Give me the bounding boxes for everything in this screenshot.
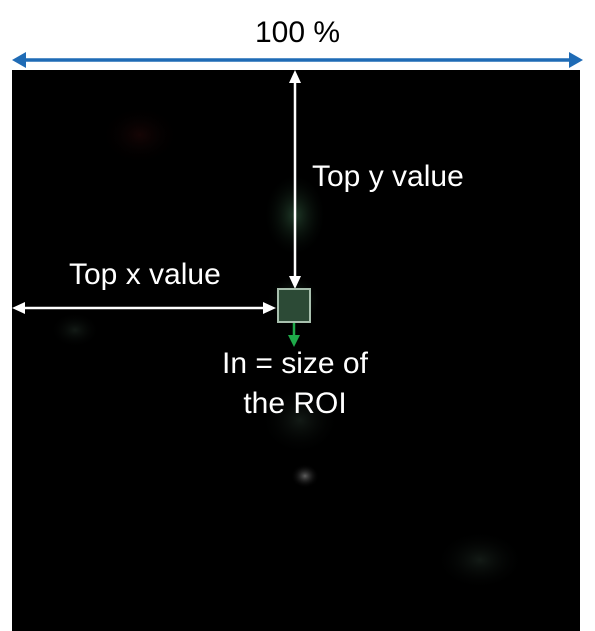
top-y-label: Top y value (312, 160, 464, 193)
width-arrow (12, 52, 583, 68)
roi-diagram (12, 52, 583, 631)
width-label: 100 % (254, 16, 341, 49)
roi-box (277, 288, 311, 323)
roi-size-label: In = size of the ROI (222, 347, 368, 420)
top-x-label: Top x value (69, 258, 221, 291)
